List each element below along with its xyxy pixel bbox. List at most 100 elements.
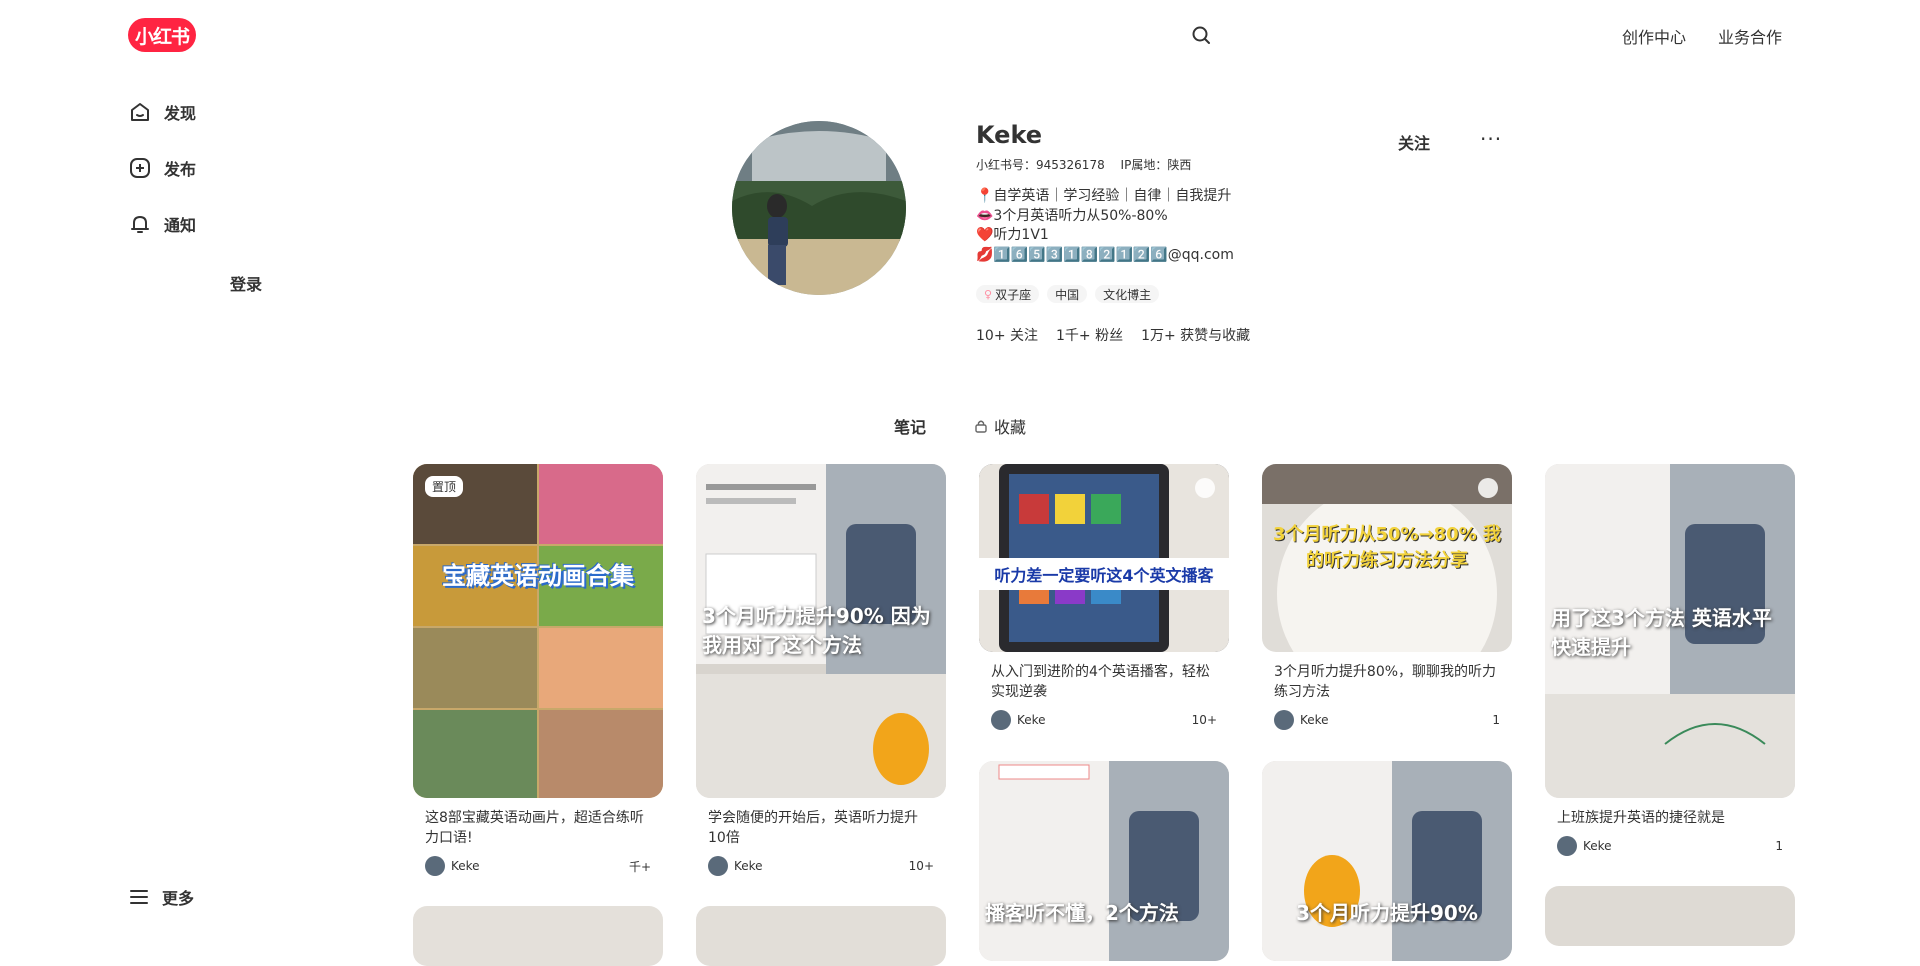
note-card[interactable]: 听力差一定要听这4个英文播客 从入门到进阶的4个英语播客，轻松实现逆袭 Keke… xyxy=(979,464,1229,734)
sidebar-item-discover[interactable]: 发现 xyxy=(128,98,196,126)
note-meta: Keke 千+ xyxy=(413,852,663,880)
cover-text: 3个月听力提升90% 因为我用对了这个方法 xyxy=(702,604,931,657)
note-title[interactable]: 上班族提升英语的捷径就是 xyxy=(1545,798,1795,832)
note-cover[interactable]: 听力差一定要听这4个英文播客 xyxy=(979,464,1229,652)
plus-icon xyxy=(130,158,150,178)
sidebar-item-label: 发现 xyxy=(164,104,197,123)
more-options-icon[interactable]: ··· xyxy=(1480,127,1502,151)
note-meta: Keke 1 xyxy=(1262,706,1512,734)
note-card[interactable]: 3个月听力提升90% 因为我用对了这个方法 学会随便的开始后，英语听力提升10倍… xyxy=(696,464,946,880)
profile-bio: 📍自学英语｜学习经验｜自律｜自我提升 👄3个月英语听力从50%-80% ❤️听力… xyxy=(976,187,1234,265)
note-title[interactable]: 3个月听力提升80%，聊聊我的听力练习方法 xyxy=(1262,652,1512,706)
profile-stats: 10+ 关注 1千+ 粉丝 1万+ 获赞与收藏 xyxy=(976,325,1250,345)
note-cover[interactable]: 3个月听力提升90% 因为我用对了这个方法 xyxy=(696,464,946,798)
note-card[interactable]: 3个月听力从50%→80% 我的听力练习方法分享 3个月听力提升80%，聊聊我的… xyxy=(1262,464,1512,734)
note-cover[interactable] xyxy=(696,906,946,966)
like-count[interactable]: 10+ xyxy=(1192,713,1217,727)
bio-line: 📍自学英语｜学习经验｜自律｜自我提升 xyxy=(976,188,1232,204)
note-meta: Keke 1 xyxy=(1545,832,1795,860)
tag-zodiac: ♀ 双子座 xyxy=(976,285,1040,303)
avatar xyxy=(991,710,1011,730)
following-count[interactable]: 10+ 关注 xyxy=(976,325,1038,345)
note-meta: Keke 10+ xyxy=(979,706,1229,734)
like-count[interactable]: 10+ xyxy=(909,859,934,873)
author-name: Keke xyxy=(1017,713,1046,727)
tag-label: 中国 xyxy=(1055,287,1080,302)
note-cover[interactable]: 3个月听力从50%→80% 我的听力练习方法分享 xyxy=(1262,464,1512,652)
login-button[interactable]: 登录 xyxy=(230,271,262,295)
note-card[interactable]: 用了这3个方法 英语水平快速提升 上班族提升英语的捷径就是 Keke 1 xyxy=(1545,464,1795,860)
avatar xyxy=(1274,710,1294,730)
avatar xyxy=(425,856,445,876)
tag-label: 文化博主 xyxy=(1103,287,1152,302)
bio-line: 💋1️⃣6️⃣5️⃣3️⃣1️⃣8️⃣2️⃣1️⃣2️⃣6️⃣@qq.com xyxy=(976,246,1234,263)
search-icon[interactable] xyxy=(1191,25,1211,45)
likes-count: 1万+ 获赞与收藏 xyxy=(1141,328,1251,344)
cover-text: 3个月听力从50%→80% 我的听力练习方法分享 xyxy=(1272,524,1502,571)
tab-collections[interactable]: 收藏 xyxy=(966,414,1034,438)
note-card[interactable] xyxy=(413,906,663,966)
female-icon: ♀ xyxy=(984,287,993,301)
note-title[interactable]: 从入门到进阶的4个英语播客，轻松实现逆袭 xyxy=(979,652,1229,706)
bio-line: ❤️听力1V1 xyxy=(976,227,1049,243)
note-cover[interactable] xyxy=(413,906,663,966)
author-name: Keke xyxy=(1300,713,1329,727)
note-card[interactable]: 播客听不懂，2个方法 xyxy=(979,761,1229,961)
note-cover[interactable]: 3个月听力提升90% xyxy=(1262,761,1512,961)
note-cover[interactable]: 用了这3个方法 英语水平快速提升 xyxy=(1545,464,1795,798)
bio-line: 👄3个月英语听力从50%-80% xyxy=(976,207,1168,224)
tab-label: 收藏 xyxy=(994,418,1027,437)
cover-text: 宝藏英语动画合集 xyxy=(442,562,634,590)
cover-text: 3个月听力提升90% xyxy=(1296,901,1478,925)
like-count[interactable]: 1 xyxy=(1492,713,1500,727)
bell-icon xyxy=(131,216,149,233)
note-author[interactable]: Keke xyxy=(1557,836,1612,856)
pinned-badge: 置顶 xyxy=(425,476,464,497)
cover-text: 播客听不懂，2个方法 xyxy=(985,901,1179,925)
note-meta: Keke 10+ xyxy=(696,852,946,880)
sidebar-item-notifications[interactable]: 通知 xyxy=(128,210,196,238)
like-count[interactable]: 1 xyxy=(1775,839,1783,853)
sidebar-item-label: 通知 xyxy=(164,216,197,235)
tag-label: 双子座 xyxy=(995,287,1032,302)
note-author[interactable]: Keke xyxy=(1274,710,1329,730)
lock-icon xyxy=(975,420,987,433)
profile-ids: 小红书号：945326178 IP属地：陕西 xyxy=(976,156,1203,173)
avatar xyxy=(1557,836,1577,856)
author-name: Keke xyxy=(451,859,480,873)
profile-tags: ♀ 双子座 中国 文化博主 xyxy=(976,285,1160,303)
note-author[interactable]: Keke xyxy=(425,856,480,876)
note-title[interactable]: 学会随便的开始后，英语听力提升10倍 xyxy=(696,798,946,852)
profile-ip: IP属地：陕西 xyxy=(1120,158,1192,172)
tag-location: 中国 xyxy=(1047,285,1088,303)
note-title[interactable]: 这8部宝藏英语动画片，超适合练听力口语! xyxy=(413,798,663,852)
select-circle[interactable] xyxy=(1195,478,1215,498)
note-cover[interactable]: 播客听不懂，2个方法 xyxy=(979,761,1229,961)
business-cooperation-link[interactable]: 业务合作 xyxy=(1718,24,1782,48)
tab-notes[interactable]: 笔记 xyxy=(886,414,934,438)
note-cover[interactable]: 宝藏英语动画合集 置顶 xyxy=(413,464,663,798)
note-card[interactable]: 3个月听力提升90% xyxy=(1262,761,1512,961)
note-author[interactable]: Keke xyxy=(708,856,763,876)
creator-center-link[interactable]: 创作中心 xyxy=(1622,24,1686,48)
cover-text: 用了这3个方法 英语水平快速提升 xyxy=(1551,606,1772,659)
xiaohongshu-logo[interactable]: 小红书 xyxy=(128,18,196,52)
followers-count[interactable]: 1千+ 粉丝 xyxy=(1056,325,1123,345)
follow-button[interactable]: 关注 xyxy=(1398,130,1430,154)
note-cover[interactable] xyxy=(1545,886,1795,946)
note-author[interactable]: Keke xyxy=(991,710,1046,730)
profile-name: Keke xyxy=(976,121,1043,149)
home-icon xyxy=(131,103,149,121)
note-card[interactable]: 宝藏英语动画合集 置顶 这8部宝藏英语动画片，超适合练听力口语! Keke 千+ xyxy=(413,464,663,880)
select-circle[interactable] xyxy=(1478,478,1498,498)
note-card[interactable] xyxy=(696,906,946,966)
like-count[interactable]: 千+ xyxy=(629,858,651,875)
menu-icon xyxy=(130,890,148,904)
note-card[interactable] xyxy=(1545,886,1795,946)
profile-tabs: 笔记 收藏 xyxy=(0,414,1920,438)
sidebar-item-publish[interactable]: 发布 xyxy=(128,154,196,182)
author-name: Keke xyxy=(734,859,763,873)
tag-category: 文化博主 xyxy=(1095,285,1160,303)
profile-id: 小红书号：945326178 xyxy=(976,158,1105,172)
sidebar-more-button[interactable]: 更多 xyxy=(128,885,194,909)
